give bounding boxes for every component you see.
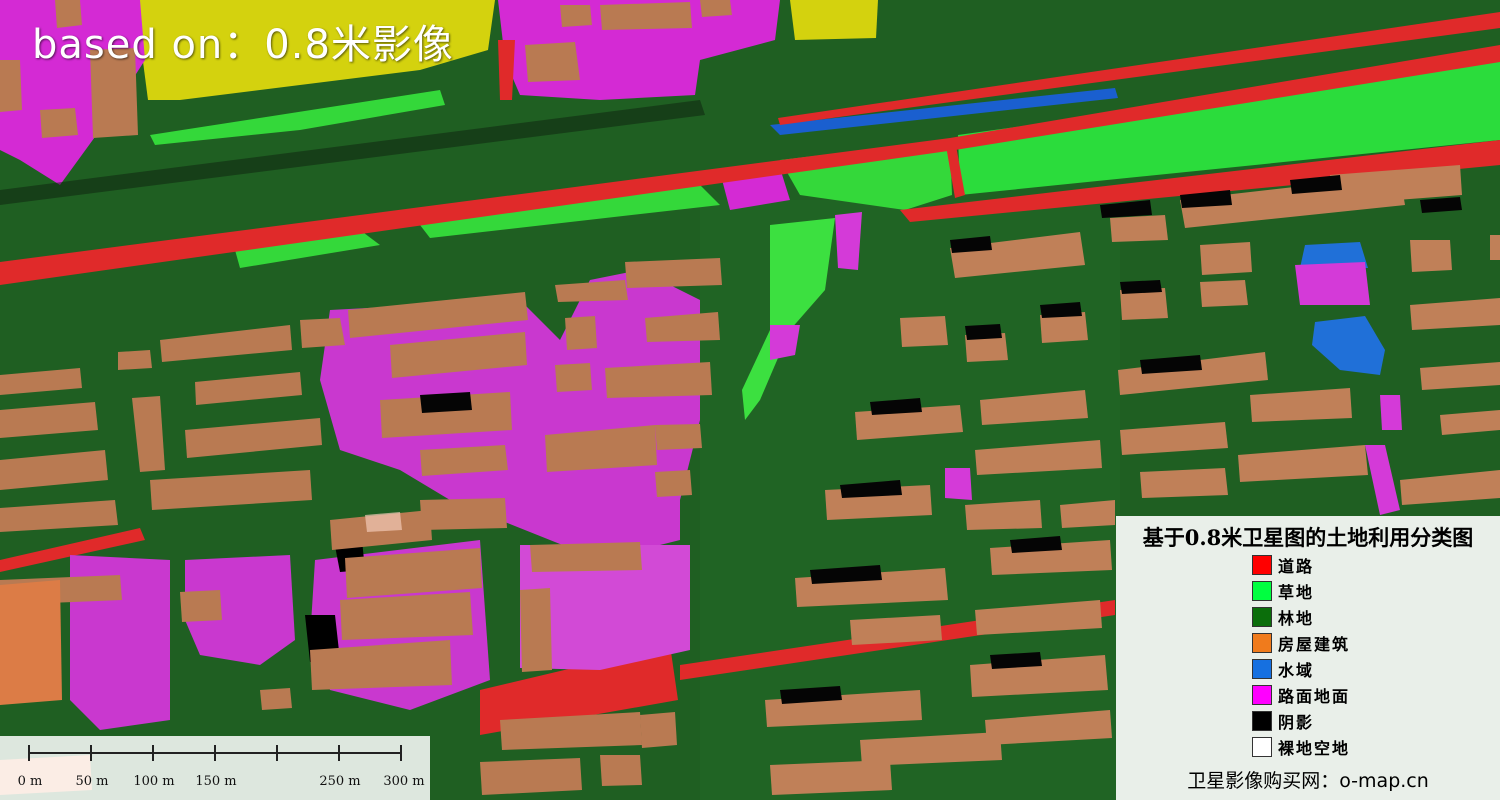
legend-item-grass: 草地 [1252, 578, 1350, 604]
legend-footer: 卫星影像购买网：o-map.cn [1187, 770, 1429, 792]
scale-label: 100 m [133, 774, 175, 789]
legend-item-pavement: 路面地面 [1252, 682, 1350, 708]
scale-tick [90, 745, 92, 761]
pavement-area [945, 468, 972, 500]
scale-tick [338, 745, 340, 761]
pavement-area [835, 212, 862, 270]
legend-title: 基于0.8米卫星图的土地利用分类图 [1142, 525, 1474, 550]
legend-item-water: 水域 [1252, 656, 1350, 682]
legend-label-forest: 林地 [1278, 609, 1315, 628]
legend-label-water: 水域 [1278, 661, 1315, 680]
scale-tick [152, 745, 154, 761]
legend-swatch-bare-land [1252, 737, 1272, 757]
legend-item-forest: 林地 [1252, 604, 1350, 630]
legend-list: 道路 草地 林地 房屋建筑 水域 路面地面 阴影 裸地空地 [1252, 552, 1350, 760]
legend-item-road: 道路 [1252, 552, 1350, 578]
legend-item-bare-land: 裸地空地 [1252, 734, 1350, 760]
scale-bar: 0 m 50 m 100 m 150 m 250 m 300 m [0, 736, 430, 800]
map-legend: 基于0.8米卫星图的土地利用分类图 道路 草地 林地 房屋建筑 水域 路面地面 … [1116, 516, 1500, 800]
legend-item-building: 房屋建筑 [1252, 630, 1350, 656]
legend-swatch-shadow [1252, 711, 1272, 731]
legend-swatch-road [1252, 555, 1272, 575]
scale-tick [400, 745, 402, 761]
legend-label-building: 房屋建筑 [1278, 635, 1351, 654]
legend-item-shadow: 阴影 [1252, 708, 1350, 734]
image-source-label: based on：0.8米影像 [32, 22, 454, 68]
bare-field [790, 0, 878, 40]
legend-swatch-forest [1252, 607, 1272, 627]
legend-swatch-pavement [1252, 685, 1272, 705]
scale-label: 0 m [17, 774, 43, 789]
scale-label: 250 m [319, 774, 361, 789]
scale-label: 50 m [75, 774, 109, 789]
legend-swatch-grass [1252, 581, 1272, 601]
legend-swatch-building [1252, 633, 1272, 653]
legend-label-shadow: 阴影 [1278, 713, 1315, 732]
scale-label: 150 m [195, 774, 237, 789]
scale-tick [276, 745, 278, 761]
bare-patch [365, 512, 402, 532]
scale-label: 300 m [383, 774, 425, 789]
legend-swatch-water [1252, 659, 1272, 679]
legend-label-grass: 草地 [1278, 583, 1315, 602]
scale-tick [28, 745, 30, 761]
scale-tick [214, 745, 216, 761]
pavement-area [1380, 395, 1402, 430]
legend-label-road: 道路 [1278, 557, 1315, 576]
legend-label-pavement: 路面地面 [1278, 687, 1351, 706]
legend-label-bare-land: 裸地空地 [1278, 739, 1351, 758]
pavement-area [1295, 262, 1370, 305]
